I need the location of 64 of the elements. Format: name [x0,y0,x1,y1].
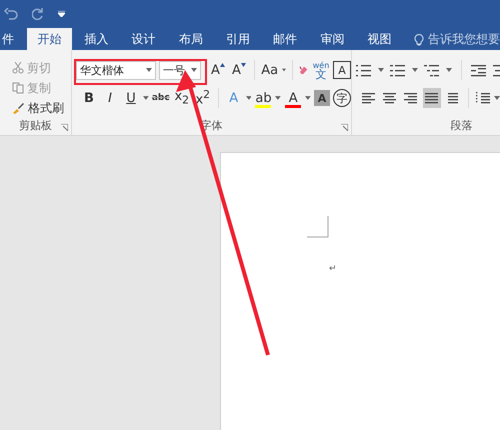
ribbon-tab[interactable]: 引用 [215,28,261,50]
highlight-button[interactable]: ab [254,88,272,108]
script-button[interactable]: x$_{2}$ [172,88,191,108]
ribbon-tab[interactable]: 件 [0,28,14,50]
italic-button[interactable]: I [101,88,119,108]
multilevel-list-icon[interactable] [424,63,440,77]
align-icon[interactable] [424,91,440,105]
caret-icon[interactable] [143,96,149,100]
shade-button[interactable]: A [314,90,330,106]
line-spacing-icon[interactable] [475,91,491,105]
bullets-icon[interactable] [356,63,372,77]
caret-icon[interactable] [446,68,452,72]
align-icon[interactable] [445,91,461,105]
shrink-button[interactable]: A [230,60,248,80]
redo-icon[interactable] [32,8,44,20]
caret-icon[interactable] [305,96,312,100]
down-arrow-icon [240,63,246,67]
ribbon-tab[interactable]: 开始 [26,28,72,50]
caret-icon[interactable] [378,68,384,72]
caret-icon[interactable] [282,68,286,72]
paintbrush-icon [12,102,25,114]
dialog-launcher-icon[interactable] [341,124,348,131]
caret-icon[interactable] [191,68,197,72]
ribbon-tab[interactable]: 审阅 [310,28,355,50]
tell-me-field[interactable]: 告诉我您想要 [428,30,500,48]
align-icon[interactable] [382,91,398,105]
caret-icon[interactable] [246,96,252,100]
group-label: 段落 [450,118,472,133]
ribbon-tab[interactable]: 邮件 [262,28,308,50]
ribbon-tab[interactable]: 设计 [121,28,166,50]
border-button[interactable]: A [333,61,352,79]
caret-icon[interactable] [146,68,152,72]
up-arrow-icon [220,63,225,67]
phonetic-guide-button[interactable]: wén 文 [312,60,330,80]
bold-button[interactable]: B [80,88,98,108]
ribbon-tab[interactable]: 插入 [74,28,120,50]
scissors-icon [12,62,24,74]
align-icon[interactable] [403,91,419,105]
alignment-button[interactable] [423,88,441,108]
grow-button[interactable]: A [209,60,227,80]
ribbon-tab[interactable]: 布局 [168,28,214,50]
lightbulb-icon[interactable] [414,32,424,46]
caret-icon[interactable] [494,96,500,100]
align-icon[interactable] [361,91,377,105]
color-button[interactable]: A [284,88,302,108]
caret-icon[interactable] [412,68,418,72]
decrease-indent-icon[interactable] [471,63,487,77]
painter-button[interactable]: 格式刷 [0,98,71,118]
case-button[interactable]: Aa [260,60,279,80]
paragraph-mark: ↵ [329,264,338,274]
group-label: 剪贴板 [19,118,52,133]
undo-icon[interactable] [4,8,18,20]
copy-icon [12,82,24,94]
ribbon-tab[interactable]: 视图 [356,28,402,50]
caret-icon[interactable] [275,96,282,100]
numbering-icon[interactable] [390,63,406,77]
document-page[interactable]: ↵ [220,152,500,430]
underline-button[interactable]: U [122,88,140,108]
script-button[interactable]: x$^{2}$ [194,88,212,108]
margin-corner-icon [307,216,329,238]
enclose-button[interactable]: 字 [333,89,352,107]
dialog-launcher-icon[interactable] [61,124,68,131]
font-name-field[interactable]: 华文楷体 [76,60,156,80]
customize-toolbar-icon[interactable] [58,11,65,17]
